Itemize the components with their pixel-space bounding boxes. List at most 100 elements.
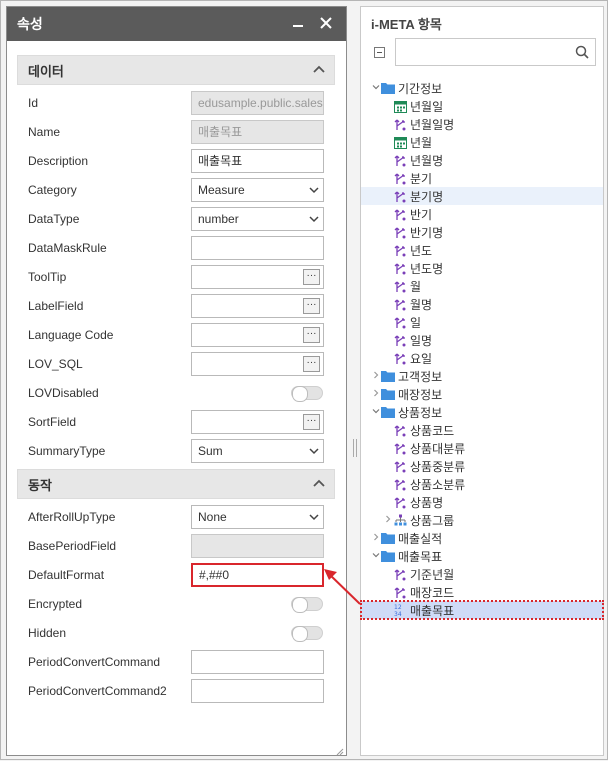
tree-item[interactable]: 반기 <box>361 205 603 223</box>
tree-folder[interactable]: 매장정보 <box>361 385 603 403</box>
ellipsis-button[interactable]: ··· <box>303 355 320 372</box>
dimension-icon <box>393 243 407 257</box>
tree-item[interactable]: 매장코드 <box>361 583 603 601</box>
tree-folder[interactable]: 매출실적 <box>361 529 603 547</box>
datatype-value: number <box>198 211 239 226</box>
tree-item[interactable]: 일명 <box>361 331 603 349</box>
periodconvertcommand2-input[interactable] <box>191 678 324 703</box>
prop-label: Description <box>28 153 89 168</box>
description-input[interactable]: 매출목표 <box>191 148 324 173</box>
tree-item[interactable]: 기준년월 <box>361 565 603 583</box>
resize-grip-icon[interactable] <box>336 745 344 756</box>
labelfield-input[interactable]: ··· <box>191 293 324 318</box>
chevron-right-icon[interactable] <box>371 371 381 381</box>
tree-item[interactable]: 분기 <box>361 169 603 187</box>
tree-item[interactable]: 상품중분류 <box>361 457 603 475</box>
lovsql-input[interactable]: ··· <box>191 351 324 376</box>
section-action-header[interactable]: 동작 <box>17 469 335 499</box>
tree-item[interactable]: 일 <box>361 313 603 331</box>
summarytype-value: Sum <box>198 443 223 458</box>
tree-item-label: 매장코드 <box>410 585 455 600</box>
datamaskrule-input[interactable] <box>191 235 324 260</box>
tree-item[interactable]: 년월일명 <box>361 115 603 133</box>
tree-folder[interactable]: 고객정보 <box>361 367 603 385</box>
properties-body: 데이터 Id edusample.public.sales Name 매출목표 … <box>17 55 335 705</box>
tree-item[interactable]: 상품대분류 <box>361 439 603 457</box>
prop-row-periodconvertcommand: PeriodConvertCommand <box>17 647 335 676</box>
id-field: edusample.public.sales <box>191 90 324 115</box>
chevron-up-icon[interactable] <box>313 479 325 489</box>
chevron-down-icon <box>305 185 323 195</box>
calendar-icon <box>393 99 407 113</box>
splitter-handle[interactable] <box>353 439 357 457</box>
tree-item[interactable]: 월명 <box>361 295 603 313</box>
chevron-right-icon[interactable] <box>371 389 381 399</box>
hidden-toggle[interactable] <box>291 625 323 642</box>
tree-folder[interactable]: 기간정보 <box>361 79 603 97</box>
tree-item[interactable]: 년도 <box>361 241 603 259</box>
prop-label: DataMaskRule <box>28 240 107 255</box>
periodconvertcommand-input[interactable] <box>191 649 324 674</box>
tree-item[interactable]: 년월명 <box>361 151 603 169</box>
tree-item[interactable]: 년도명 <box>361 259 603 277</box>
close-icon[interactable] <box>316 16 336 33</box>
datatype-select[interactable]: number <box>191 206 324 231</box>
description-value: 매출목표 <box>198 154 243 168</box>
encrypted-toggle[interactable] <box>291 596 323 613</box>
dimension-icon <box>393 423 407 437</box>
afterrolluptype-select[interactable]: None <box>191 504 324 529</box>
tree-item[interactable]: 분기명 <box>361 187 603 205</box>
chevron-down-icon[interactable] <box>371 551 381 561</box>
tooltip-input[interactable]: ··· <box>191 264 324 289</box>
sortfield-input[interactable]: ··· <box>191 409 324 434</box>
tree-item-label: 년도 <box>410 243 433 258</box>
collapse-all-icon[interactable] <box>374 46 385 58</box>
tree-item-label: 반기 <box>410 207 433 222</box>
ellipsis-button[interactable]: ··· <box>303 268 320 285</box>
tree-item-label: 매장정보 <box>398 387 443 402</box>
chevron-up-icon[interactable] <box>313 65 325 75</box>
chevron-right-icon[interactable] <box>383 515 393 525</box>
dimension-icon <box>393 297 407 311</box>
tree-item[interactable]: 상품코드 <box>361 421 603 439</box>
tree-item[interactable]: 상품그룹 <box>361 511 603 529</box>
tree-item[interactable]: 12 34 매출목표 <box>360 600 604 620</box>
prop-row-hidden: Hidden <box>17 618 335 647</box>
prop-row-sortfield: SortField ··· <box>17 407 335 436</box>
search-input[interactable] <box>395 38 596 66</box>
chevron-down-icon[interactable] <box>371 83 381 93</box>
minimize-icon[interactable] <box>288 16 308 33</box>
tree-folder[interactable]: 매출목표 <box>361 547 603 565</box>
folder-icon <box>381 387 395 401</box>
prop-row-id: Id edusample.public.sales <box>17 88 335 117</box>
tree-item[interactable]: 년월 <box>361 133 603 151</box>
defaultformat-input[interactable]: #,##0 <box>191 562 324 587</box>
section-data-header[interactable]: 데이터 <box>17 55 335 85</box>
chevron-down-icon[interactable] <box>371 407 381 417</box>
prop-row-tooltip: ToolTip ··· <box>17 262 335 291</box>
tree-folder[interactable]: 상품정보 <box>361 403 603 421</box>
id-value: edusample.public.sales <box>198 95 323 110</box>
category-select[interactable]: Measure <box>191 177 324 202</box>
summarytype-select[interactable]: Sum <box>191 438 324 463</box>
tree-item-label: 분기명 <box>410 189 444 204</box>
prop-label: Category <box>28 182 77 197</box>
tree-item[interactable]: 년월일 <box>361 97 603 115</box>
dimension-icon <box>393 585 407 599</box>
prop-row-afterrolluptype: AfterRollUpType None <box>17 502 335 531</box>
tree-item[interactable]: 월 <box>361 277 603 295</box>
lovdisabled-toggle[interactable] <box>291 385 323 402</box>
tree-item[interactable]: 상품소분류 <box>361 475 603 493</box>
tree-item-label: 반기명 <box>410 225 444 240</box>
ellipsis-button[interactable]: ··· <box>303 413 320 430</box>
ellipsis-button[interactable]: ··· <box>303 326 320 343</box>
prop-row-description: Description 매출목표 <box>17 146 335 175</box>
tree-item[interactable]: 상품명 <box>361 493 603 511</box>
tree-item[interactable]: 반기명 <box>361 223 603 241</box>
tree-item[interactable]: 요일 <box>361 349 603 367</box>
chevron-right-icon[interactable] <box>371 533 381 543</box>
ellipsis-button[interactable]: ··· <box>303 297 320 314</box>
prop-row-name: Name 매출목표 <box>17 117 335 146</box>
prop-label: PeriodConvertCommand2 <box>28 683 167 698</box>
languagecode-input[interactable]: ··· <box>191 322 324 347</box>
